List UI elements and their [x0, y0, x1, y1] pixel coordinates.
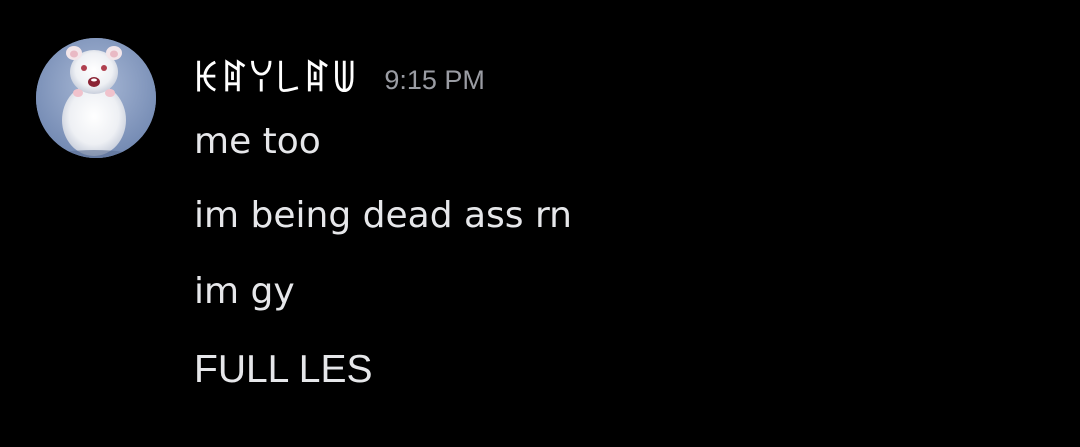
user-avatar[interactable]	[36, 38, 156, 158]
hamster-avatar-icon	[36, 38, 156, 158]
message-line: im being dead ass rn	[194, 195, 572, 236]
message-line: me too	[194, 121, 321, 162]
message-header: ꀘꍏꌩ꒒ꍏꅐ 9:15 PM	[193, 54, 485, 100]
message-line: FULL LES	[194, 348, 373, 391]
message-line: im gy	[194, 271, 295, 312]
timestamp[interactable]: 9:15 PM	[384, 65, 485, 96]
chat-message-group: ꀘꍏꌩ꒒ꍏꅐ 9:15 PM me too im being dead ass …	[0, 0, 1080, 447]
username[interactable]: ꀘꍏꌩ꒒ꍏꅐ	[193, 55, 358, 100]
